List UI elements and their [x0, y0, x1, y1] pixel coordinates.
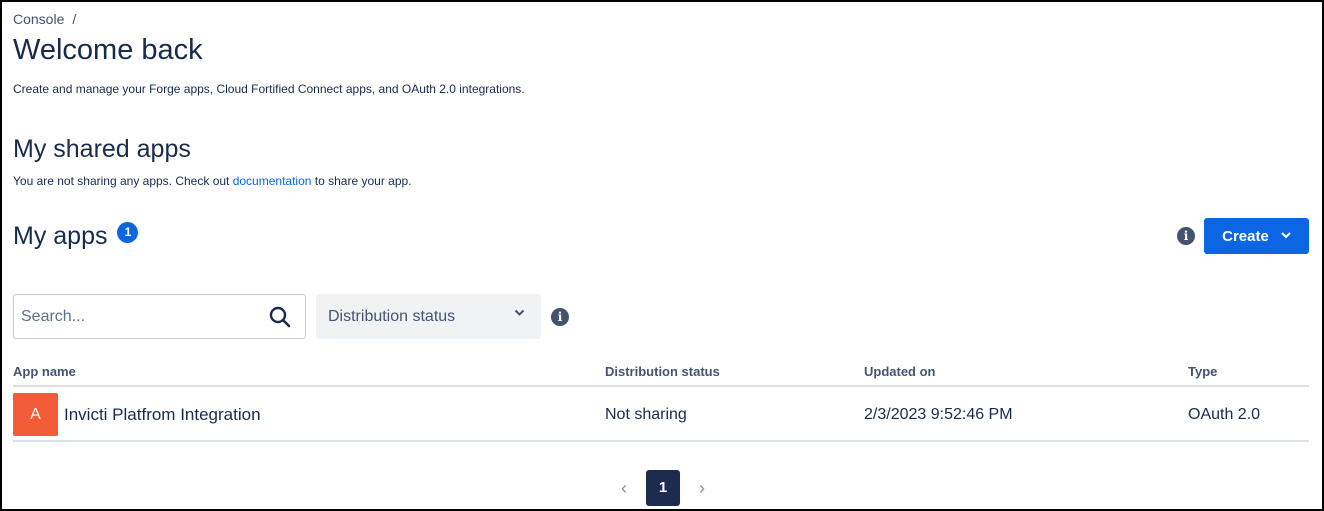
shared-apps-text-before: You are not sharing any apps. Check out — [13, 174, 233, 188]
column-header-updated-on[interactable]: Updated on — [864, 364, 936, 379]
table-row[interactable]: A Invicti Platfrom Integration Not shari… — [13, 387, 1309, 442]
app-count-badge: 1 — [117, 222, 139, 243]
page-frame: Console / Welcome back Create and manage … — [0, 0, 1324, 511]
create-button[interactable]: Create — [1204, 218, 1309, 254]
shared-apps-text-after: to share your app. — [311, 174, 412, 188]
chevron-down-icon — [514, 308, 525, 320]
updated-on-cell: 2/3/2023 9:52:46 PM — [864, 406, 1013, 423]
app-name-link[interactable]: Invicti Platfrom Integration — [64, 405, 261, 425]
app-avatar: A — [13, 393, 58, 436]
my-apps-heading: My apps 1 — [13, 222, 139, 251]
search-field[interactable] — [13, 294, 306, 339]
column-header-app-name[interactable]: App name — [13, 364, 76, 379]
my-apps-title: My apps — [13, 222, 108, 250]
distribution-status-cell: Not sharing — [605, 406, 687, 423]
search-input[interactable] — [21, 295, 261, 338]
info-icon[interactable]: i — [551, 308, 569, 326]
pagination: ‹ 1 › — [614, 470, 712, 506]
create-button-label: Create — [1222, 227, 1269, 245]
shared-apps-heading: My shared apps — [13, 135, 191, 163]
page-1-button[interactable]: 1 — [646, 470, 680, 506]
documentation-link[interactable]: documentation — [233, 174, 312, 188]
page-title: Welcome back — [13, 34, 203, 66]
shared-apps-text: You are not sharing any apps. Check out … — [13, 174, 412, 188]
table-header: App name Distribution status Updated on … — [13, 362, 1309, 387]
info-icon[interactable]: i — [1177, 227, 1195, 245]
column-header-type[interactable]: Type — [1188, 364, 1217, 379]
breadcrumb-console[interactable]: Console — [13, 11, 64, 27]
chevron-down-icon — [1281, 231, 1291, 242]
search-icon[interactable] — [269, 306, 291, 328]
distribution-status-select-value: Distribution status — [328, 307, 456, 325]
page-subtitle: Create and manage your Forge apps, Cloud… — [13, 82, 525, 96]
distribution-status-select[interactable]: Distribution status — [316, 294, 541, 339]
type-cell: OAuth 2.0 — [1188, 406, 1261, 423]
next-page-button[interactable]: › — [692, 478, 712, 499]
column-header-distribution-status[interactable]: Distribution status — [605, 364, 720, 379]
breadcrumb: Console / — [13, 11, 76, 27]
breadcrumb-separator: / — [72, 11, 77, 27]
previous-page-button[interactable]: ‹ — [614, 478, 634, 499]
